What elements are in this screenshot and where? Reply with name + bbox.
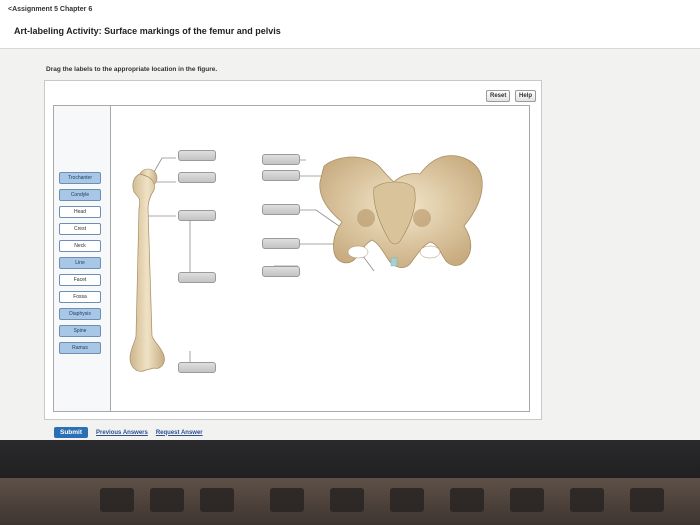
- keyboard-key: [510, 488, 544, 512]
- femur-bone: [129, 168, 165, 372]
- keyboard-key: [200, 488, 234, 512]
- browser-viewport: <Assignment 5 Chapter 6 Art-labeling Act…: [0, 0, 700, 440]
- activity-panel: Reset Help Trochanter Condyle Head Crest…: [44, 80, 542, 420]
- drop-zone[interactable]: [262, 266, 300, 277]
- femur-pelvis-figure: [129, 155, 483, 372]
- drop-zone[interactable]: [178, 362, 216, 373]
- keyboard-key: [100, 488, 134, 512]
- drop-zone[interactable]: [262, 204, 300, 215]
- keyboard-key: [570, 488, 604, 512]
- keyboard-key: [330, 488, 364, 512]
- drop-zone[interactable]: [178, 172, 216, 183]
- submit-button[interactable]: Submit: [54, 427, 89, 438]
- drop-zone[interactable]: [262, 238, 300, 249]
- drop-zone[interactable]: [178, 272, 216, 283]
- request-answer-link[interactable]: Request Answer: [156, 430, 203, 436]
- footer-bar: Submit Previous Answers Request Answer: [54, 427, 203, 438]
- previous-answers-link[interactable]: Previous Answers: [96, 430, 148, 436]
- instruction-text: Drag the labels to the appropriate locat…: [46, 66, 218, 73]
- drop-zone[interactable]: [262, 170, 300, 181]
- keyboard-key: [630, 488, 664, 512]
- help-button[interactable]: Help: [515, 90, 537, 102]
- keyboard-key: [150, 488, 184, 512]
- drop-zone[interactable]: [178, 150, 216, 161]
- breadcrumb-back-link[interactable]: <Assignment 5 Chapter 6: [8, 6, 92, 13]
- keyboard-key: [390, 488, 424, 512]
- keyboard-key: [450, 488, 484, 512]
- drop-zone[interactable]: [178, 210, 216, 221]
- labeling-work-area: Trochanter Condyle Head Crest Neck Line …: [53, 105, 530, 412]
- page-header: <Assignment 5 Chapter 6 Art-labeling Act…: [0, 0, 700, 49]
- page-title: Art-labeling Activity: Surface markings …: [14, 26, 281, 36]
- laptop-keyboard-area: [0, 478, 700, 525]
- keyboard-key: [270, 488, 304, 512]
- reset-button[interactable]: Reset: [486, 90, 511, 102]
- drop-zone[interactable]: [262, 154, 300, 165]
- pelvis-bone: [319, 155, 483, 268]
